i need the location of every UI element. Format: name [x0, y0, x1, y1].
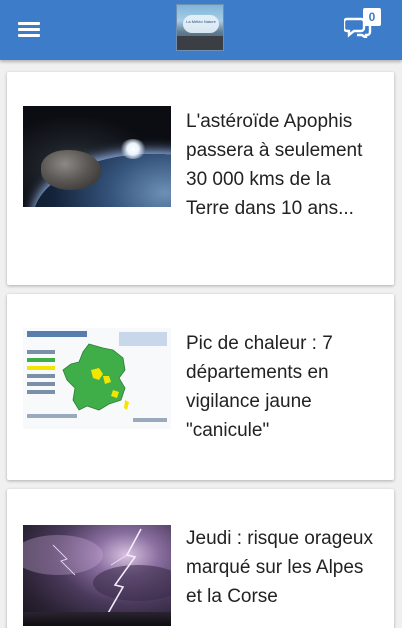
menu-button[interactable]: [18, 22, 40, 38]
notification-badge: 0: [363, 8, 381, 26]
article-thumbnail-vigilance-map: [23, 328, 171, 429]
article-card[interactable]: Jeudi : risque orageux marqué sur les Al…: [7, 489, 394, 628]
article-title: Pic de chaleur : 7 départements en vigil…: [186, 333, 333, 441]
article-card[interactable]: L'astéroïde Apophis passera à seulement …: [7, 72, 394, 285]
article-card[interactable]: Pic de chaleur : 7 départements en vigil…: [7, 294, 394, 480]
top-app-bar: La Météo Nature 0: [0, 0, 402, 60]
article-thumbnail-storm: [23, 525, 171, 626]
article-thumbnail-asteroid: [23, 106, 171, 207]
lightning-bolt-icon: [52, 528, 142, 616]
article-title: Jeudi : risque orageux marqué sur les Al…: [186, 528, 373, 607]
hamburger-menu-icon: [18, 22, 40, 25]
article-title: L'astéroïde Apophis passera à seulement …: [186, 111, 363, 219]
site-logo[interactable]: La Météo Nature: [176, 4, 224, 51]
france-vigilance-map: [62, 343, 129, 411]
logo-text: La Météo Nature: [186, 19, 216, 24]
comments-button[interactable]: 0: [344, 8, 384, 42]
